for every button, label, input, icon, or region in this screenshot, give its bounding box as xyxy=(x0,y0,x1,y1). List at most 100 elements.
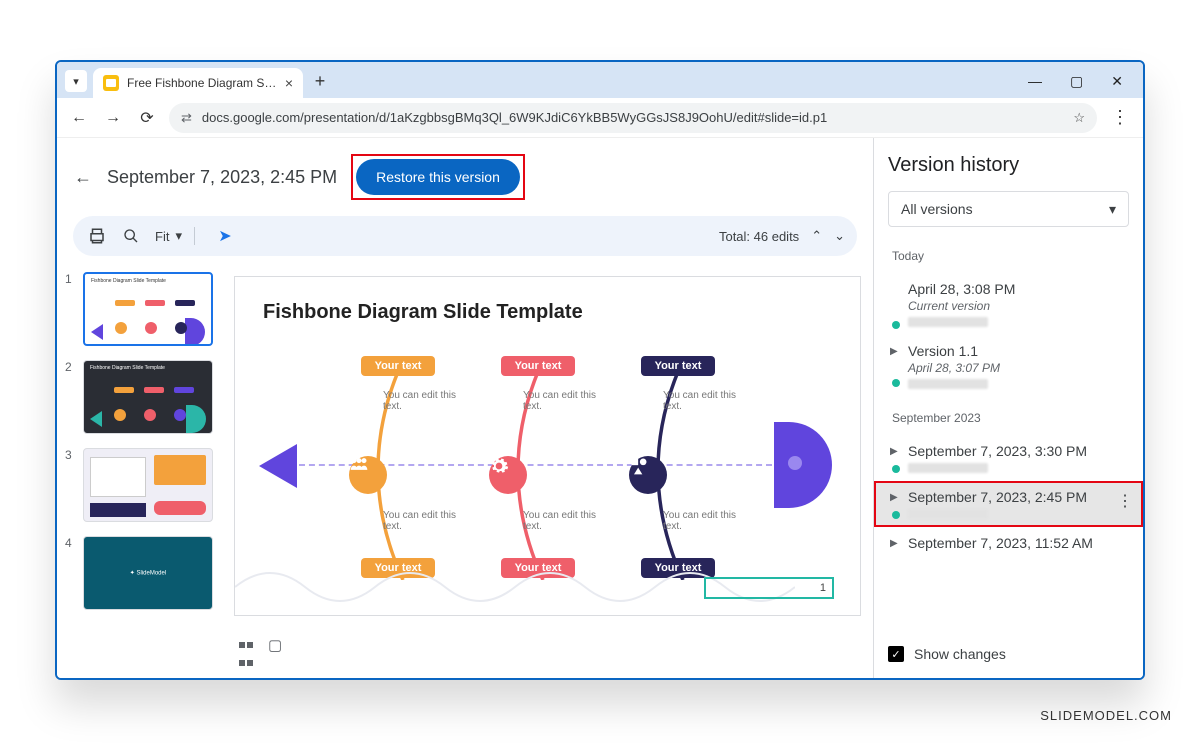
version-header: ← September 7, 2023, 2:45 PM Restore thi… xyxy=(57,138,873,210)
total-edits-text: Total: 46 edits xyxy=(719,229,799,244)
version-subtitle: Current version xyxy=(908,299,1129,313)
author-blurred xyxy=(908,317,988,327)
minimize-icon[interactable]: — xyxy=(1028,73,1042,90)
presenter-view-icon[interactable]: ▢ xyxy=(268,636,282,654)
slide-thumbnail[interactable]: Fishbone Diagram Slide Template xyxy=(83,360,213,434)
version-more-icon[interactable]: ⋮ xyxy=(1117,491,1133,511)
back-button[interactable]: ← xyxy=(67,106,91,130)
version-item-selected[interactable]: ▶ September 7, 2023, 2:45 PM ⋮ xyxy=(874,481,1143,527)
version-item[interactable]: ▶ September 7, 2023, 3:30 PM xyxy=(874,435,1143,481)
bookmark-star-icon[interactable]: ☆ xyxy=(1073,110,1085,126)
bone-cap: Your text xyxy=(501,356,575,376)
chevron-down-icon: ▾ xyxy=(175,228,182,244)
version-item[interactable]: April 28, 3:08 PM Current version xyxy=(874,273,1143,335)
tab-strip: ▾ Free Fishbone Diagram Slide Te × + — ▢… xyxy=(57,62,1143,98)
reload-button[interactable]: ⟳ xyxy=(135,106,159,130)
next-edit-icon[interactable]: ⌄ xyxy=(834,228,845,244)
author-blurred xyxy=(908,463,988,473)
url-text: docs.google.com/presentation/d/1aKzgbbsg… xyxy=(202,110,1063,125)
pointer-tool-icon[interactable]: ➤ xyxy=(213,224,237,248)
edit-indicator-dot xyxy=(892,465,900,473)
close-window-icon[interactable]: ✕ xyxy=(1111,73,1123,90)
filmstrip[interactable]: 1 Fishbone Diagram Slide Template xyxy=(57,256,222,678)
bone-hint: You can edit this text. xyxy=(663,390,749,412)
thumb-row: 3 xyxy=(65,448,214,522)
show-changes-checkbox[interactable]: ✓ xyxy=(888,646,904,662)
tab-search-button[interactable]: ▾ xyxy=(65,70,87,92)
tab-title: Free Fishbone Diagram Slide Te xyxy=(127,76,277,90)
expand-arrow-icon[interactable]: ▶ xyxy=(890,446,900,457)
app-area: ← September 7, 2023, 2:45 PM Restore thi… xyxy=(57,138,1143,678)
sidebar-footer: ✓ Show changes xyxy=(888,635,1129,662)
prev-edit-icon[interactable]: ⌃ xyxy=(811,228,822,244)
thumb-number: 3 xyxy=(65,448,75,522)
version-name: September 7, 2023, 3:30 PM xyxy=(908,443,1087,459)
thumb-row: 2 Fishbone Diagram Slide Template xyxy=(65,360,214,434)
thumb-number: 4 xyxy=(65,536,75,610)
version-item[interactable]: ▶ Version 1.1 April 28, 3:07 PM xyxy=(874,335,1143,397)
site-settings-icon[interactable]: ⇄ xyxy=(181,110,192,126)
version-name: April 28, 3:08 PM xyxy=(908,281,1015,297)
gear-icon xyxy=(489,456,527,494)
forward-button[interactable]: → xyxy=(101,106,125,130)
slide-thumbnail[interactable]: ✦ SlideModel xyxy=(83,536,213,610)
version-item[interactable]: ▶ September 7, 2023, 11:52 AM xyxy=(874,527,1143,559)
watermark: SLIDEMODEL.COM xyxy=(1040,708,1172,723)
version-name: September 7, 2023, 11:52 AM xyxy=(908,535,1093,551)
grid-view-icon[interactable] xyxy=(238,636,254,652)
main-pane: ← September 7, 2023, 2:45 PM Restore thi… xyxy=(57,138,873,678)
address-row: ← → ⟳ ⇄ docs.google.com/presentation/d/1… xyxy=(57,98,1143,138)
slide-canvas[interactable]: Fishbone Diagram Slide Template Your tex… xyxy=(234,276,861,616)
browser-tab[interactable]: Free Fishbone Diagram Slide Te × xyxy=(93,68,303,98)
expand-arrow-icon[interactable]: ▶ xyxy=(890,346,900,357)
version-name: September 7, 2023, 2:45 PM xyxy=(908,489,1087,505)
version-date-title: September 7, 2023, 2:45 PM xyxy=(107,167,337,188)
chevron-down-icon: ▾ xyxy=(1109,201,1116,218)
dropdown-label: All versions xyxy=(901,201,973,217)
edit-indicator-dot xyxy=(892,511,900,519)
close-tab-icon[interactable]: × xyxy=(285,75,293,91)
new-tab-button[interactable]: + xyxy=(307,68,333,94)
zoom-dropdown[interactable]: Fit ▾ xyxy=(153,223,203,249)
print-icon[interactable] xyxy=(85,224,109,248)
fish-eye-shape xyxy=(788,456,802,470)
expand-arrow-icon[interactable]: ▶ xyxy=(890,492,900,503)
show-changes-label: Show changes xyxy=(914,646,1006,662)
version-name: Version 1.1 xyxy=(908,343,978,359)
people-icon xyxy=(349,456,387,494)
restore-highlight-box: Restore this version xyxy=(351,154,525,200)
exit-history-button[interactable]: ← xyxy=(73,167,93,187)
versions-filter-dropdown[interactable]: All versions ▾ xyxy=(888,191,1129,227)
slide-thumbnail[interactable]: Fishbone Diagram Slide Template xyxy=(83,272,213,346)
fish-tail-shape xyxy=(259,444,297,488)
toolbar: Fit ▾ ➤ Total: 46 edits ⌃ ⌄ xyxy=(73,216,857,256)
bone-hint: You can edit this text. xyxy=(523,510,609,532)
thumb-number: 1 xyxy=(65,272,75,346)
canvas-footer: ▢ xyxy=(234,616,861,654)
expand-arrow-icon[interactable]: ▶ xyxy=(890,538,900,549)
zoom-tool-icon[interactable] xyxy=(119,224,143,248)
version-subtitle: April 28, 3:07 PM xyxy=(908,361,1129,375)
edit-indicator-dot xyxy=(892,379,900,387)
browser-window: ▾ Free Fishbone Diagram Slide Te × + — ▢… xyxy=(55,60,1145,680)
slide-thumbnail[interactable] xyxy=(83,448,213,522)
bone-hint: You can edit this text. xyxy=(383,390,469,412)
edits-info: Total: 46 edits ⌃ ⌄ xyxy=(719,228,845,244)
slide-title: Fishbone Diagram Slide Template xyxy=(263,301,832,324)
bone-hint: You can edit this text. xyxy=(523,390,609,412)
editor-content: 1 Fishbone Diagram Slide Template xyxy=(57,256,873,678)
zoom-label: Fit xyxy=(155,229,169,244)
sidebar-title: Version history xyxy=(888,154,1129,177)
bone-cap: Your text xyxy=(361,356,435,376)
chrome-menu-icon[interactable]: ⋮ xyxy=(1107,107,1133,128)
page-number-box: 1 xyxy=(704,577,834,599)
restore-version-button[interactable]: Restore this version xyxy=(356,159,520,195)
version-list[interactable]: Today April 28, 3:08 PM Current version … xyxy=(874,243,1143,635)
address-bar[interactable]: ⇄ docs.google.com/presentation/d/1aKzgbb… xyxy=(169,103,1097,133)
maximize-icon[interactable]: ▢ xyxy=(1070,73,1083,90)
thumb-row: 4 ✦ SlideModel xyxy=(65,536,214,610)
canvas-area: Fishbone Diagram Slide Template Your tex… xyxy=(222,256,873,678)
slides-favicon xyxy=(103,75,119,91)
bone-cap: Your text xyxy=(641,356,715,376)
version-history-sidebar: Version history All versions ▾ Today Apr… xyxy=(873,138,1143,678)
